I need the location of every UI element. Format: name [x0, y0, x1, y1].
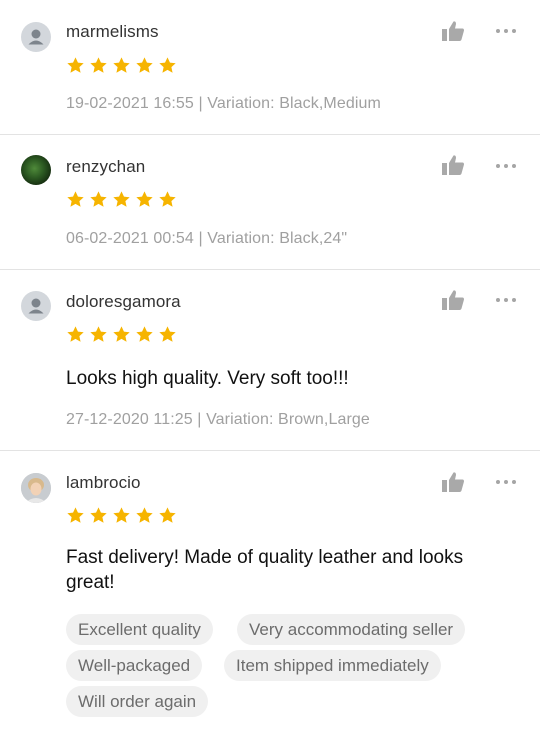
review-tag: Well-packaged	[66, 650, 203, 681]
star-icon	[67, 326, 84, 342]
more-options-icon[interactable]	[496, 298, 516, 302]
star-icon	[90, 191, 107, 207]
thumbs-up-icon[interactable]	[441, 154, 465, 176]
more-options-icon[interactable]	[496, 480, 516, 484]
review-variation: | Variation: Black,24"	[198, 230, 348, 247]
more-options-icon[interactable]	[496, 29, 516, 33]
review-timestamp: 06-02-2021 00:54	[66, 230, 194, 247]
review-username[interactable]: renzychan	[66, 157, 145, 177]
star-icon	[136, 191, 153, 207]
review-meta: 06-02-2021 00:54 | Variation: Black,24"	[66, 230, 347, 248]
star-icon	[113, 57, 130, 73]
review-timestamp: 27-12-2020 11:25	[66, 411, 193, 428]
star-icon	[113, 326, 130, 342]
review-tag: Item shipped immediately	[224, 650, 441, 681]
star-icon	[159, 57, 176, 73]
review-comment: Fast delivery! Made of quality leather a…	[66, 547, 464, 593]
more-options-icon[interactable]	[496, 164, 516, 168]
profile-photo[interactable]	[21, 473, 51, 503]
review-variation: | Variation: Brown,Large	[197, 411, 370, 428]
review-tag: Will order again	[66, 686, 209, 717]
review-username[interactable]: lambrocio	[66, 473, 141, 493]
star-icon	[90, 326, 107, 342]
thumbs-up-icon[interactable]	[441, 20, 465, 42]
star-icon	[67, 191, 84, 207]
review-comment: Looks high quality. Very soft too!!!	[66, 368, 349, 389]
star-icon	[159, 191, 176, 207]
profile-photo[interactable]	[21, 155, 51, 185]
review-username[interactable]: marmelisms	[66, 22, 159, 42]
review-item: doloresgamora Looks high quality. Very s…	[0, 270, 540, 451]
star-icon	[113, 191, 130, 207]
star-icon	[159, 326, 176, 342]
review-item: marmelisms 19-02-2021 16:55 | Variation:…	[0, 0, 540, 135]
star-rating	[66, 56, 177, 75]
review-meta: 27-12-2020 11:25 | Variation: Brown,Larg…	[66, 411, 370, 429]
star-icon	[67, 57, 84, 73]
star-icon	[136, 326, 153, 342]
star-icon	[136, 57, 153, 73]
review-tag: Very accommodating seller	[237, 614, 466, 645]
review-username[interactable]: doloresgamora	[66, 292, 181, 312]
review-meta: 19-02-2021 16:55 | Variation: Black,Medi…	[66, 95, 381, 113]
star-icon	[159, 507, 176, 523]
star-rating	[66, 325, 177, 344]
review-variation: | Variation: Black,Medium	[198, 95, 381, 112]
review-timestamp: 19-02-2021 16:55	[66, 95, 194, 112]
star-icon	[113, 507, 130, 523]
default-avatar-icon[interactable]	[21, 22, 51, 52]
thumbs-up-icon[interactable]	[441, 289, 465, 311]
review-item: lambrocio Fast delivery! Made of quality…	[0, 451, 540, 735]
review-tag: Excellent quality	[66, 614, 213, 645]
star-icon	[90, 57, 107, 73]
review-item: renzychan 06-02-2021 00:54 | Variation: …	[0, 135, 540, 270]
thumbs-up-icon[interactable]	[441, 471, 465, 493]
star-icon	[136, 507, 153, 523]
star-icon	[67, 507, 84, 523]
star-rating	[66, 506, 177, 525]
star-icon	[90, 507, 107, 523]
star-rating	[66, 190, 177, 209]
default-avatar-icon[interactable]	[21, 291, 51, 321]
